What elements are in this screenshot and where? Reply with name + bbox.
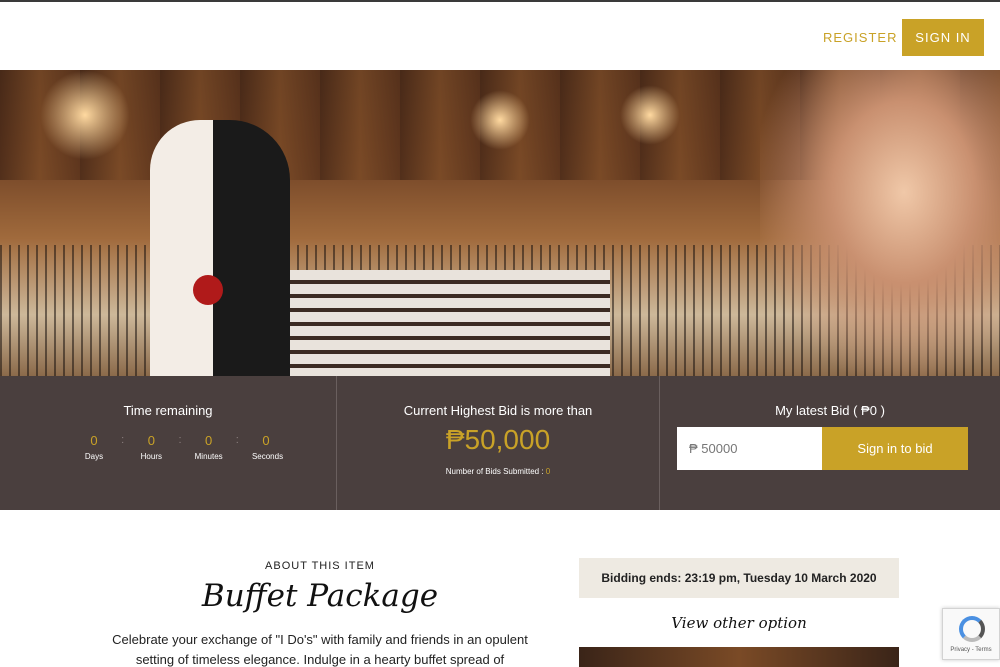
highest-bid-amount: ₱50,000 <box>445 424 551 455</box>
other-option-image[interactable] <box>579 647 899 667</box>
chandelier-glow <box>40 70 130 160</box>
about-eyebrow: ABOUT THIS ITEM <box>265 560 375 572</box>
countdown-label: Minutes <box>194 452 223 461</box>
recaptcha-footer[interactable]: Privacy - Terms <box>943 647 999 653</box>
recaptcha-icon <box>959 616 985 642</box>
countdown-separator: : <box>178 434 182 446</box>
wedding-couple <box>150 120 290 376</box>
item-description: Celebrate your exchange of "I Do's" with… <box>112 632 528 667</box>
countdown-hours: 0 Hours <box>137 433 165 461</box>
view-other-option-heading: View other option <box>671 614 807 632</box>
bid-amount-input[interactable] <box>677 427 822 470</box>
countdown-separator: : <box>121 434 125 446</box>
countdown: 0 Days : 0 Hours : 0 Minutes : 0 Seconds <box>80 433 284 461</box>
hero-carousel <box>0 70 1000 376</box>
time-remaining-panel: Time remaining 0 Days : 0 Hours : 0 Minu… <box>0 376 337 510</box>
staircase <box>280 270 610 376</box>
ceiling-light <box>620 85 680 145</box>
countdown-minutes: 0 Minutes <box>195 433 223 461</box>
item-title: Buffet Package <box>201 578 439 614</box>
bids-count: Number of Bids Submitted : 0 <box>337 467 659 476</box>
ceiling-light <box>470 90 530 150</box>
sign-in-button[interactable]: SIGN IN <box>902 19 984 56</box>
highest-bid-title: Current Highest Bid is more than <box>403 403 593 418</box>
bouquet <box>193 275 223 305</box>
countdown-seconds: 0 Seconds <box>251 433 284 461</box>
bids-count-value: 0 <box>545 467 551 476</box>
countdown-separator: : <box>235 434 239 446</box>
countdown-value: 0 <box>90 433 98 448</box>
countdown-value: 0 <box>205 433 213 448</box>
countdown-label: Seconds <box>251 452 284 461</box>
site-header: REGISTER SIGN IN <box>0 0 1000 70</box>
bidding-ends-banner: Bidding ends: 23:19 pm, Tuesday 10 March… <box>579 558 899 598</box>
highest-bid-panel: Current Highest Bid is more than ₱50,000… <box>337 376 660 510</box>
bids-count-label: Number of Bids Submitted : <box>445 467 544 476</box>
sculpture <box>760 70 1000 376</box>
my-bid-panel: My latest Bid ( ₱0 ) Sign in to bid <box>660 376 1000 510</box>
time-remaining-title: Time remaining <box>123 403 213 418</box>
countdown-label: Hours <box>140 452 162 461</box>
countdown-value: 0 <box>147 433 155 448</box>
recaptcha-badge[interactable]: Privacy - Terms <box>942 608 1000 660</box>
register-link[interactable]: REGISTER <box>823 30 897 45</box>
auction-info-bar: Time remaining 0 Days : 0 Hours : 0 Minu… <box>0 376 1000 510</box>
sign-in-to-bid-button[interactable]: Sign in to bid <box>822 427 968 470</box>
countdown-days: 0 Days <box>80 433 108 461</box>
countdown-label: Days <box>84 452 104 461</box>
countdown-value: 0 <box>262 433 270 448</box>
my-bid-title: My latest Bid ( ₱0 ) <box>775 403 885 418</box>
